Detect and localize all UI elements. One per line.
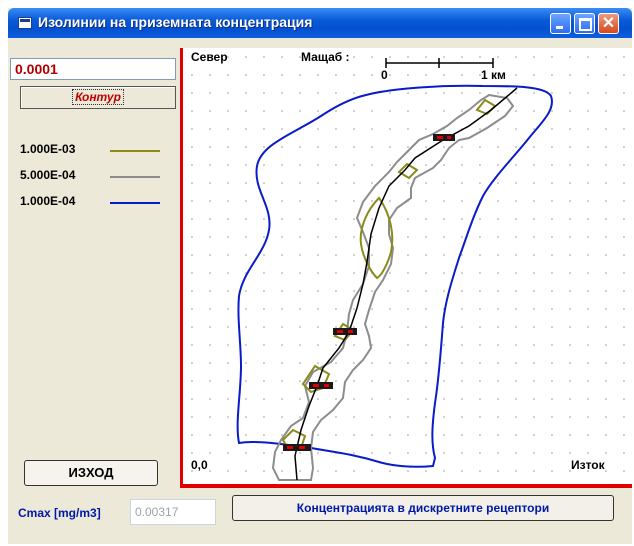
legend-label: 1.000E-03	[20, 142, 76, 156]
maximize-button[interactable]	[574, 13, 595, 34]
legend-swatch	[110, 150, 160, 152]
left-panel: 0.0001 Контур 1.000E-03 5.000E-04 1.000E…	[8, 38, 180, 468]
scale-label: Мащаб :	[301, 50, 350, 64]
legend-swatch	[110, 176, 160, 178]
contour-value-input[interactable]: 0.0001	[10, 58, 176, 80]
window-icon	[18, 17, 32, 29]
grid-dots	[183, 48, 632, 484]
receptors-button[interactable]: Концентрацията в дискретните рецептори	[232, 495, 614, 521]
scale-start-label: 0	[381, 68, 388, 82]
contour-button-label: Контур	[72, 89, 124, 105]
minimize-button[interactable]	[550, 13, 571, 34]
close-button[interactable]: ✕	[598, 13, 619, 34]
legend-label: 1.000E-04	[20, 194, 76, 208]
cmax-value-field[interactable]: 0.00317	[130, 499, 216, 525]
contour-plot[interactable]: Север Мащаб : 0 1 км 0,0 Изток	[180, 48, 632, 488]
north-label: Север	[191, 50, 228, 64]
close-icon: ✕	[601, 15, 616, 32]
window-title: Изолинии на приземната концентрация	[38, 14, 313, 30]
exit-button[interactable]: ИЗХОД	[24, 460, 158, 486]
scale-end-label: 1 км	[481, 68, 506, 82]
contour-window: Изолинии на приземната концентрация ✕ 0.…	[8, 8, 632, 544]
east-label: Изток	[571, 458, 605, 472]
cmax-label: Cmax [mg/m3]	[18, 506, 101, 520]
origin-label: 0,0	[191, 458, 208, 472]
legend-swatch	[110, 202, 160, 204]
title-bar[interactable]: Изолинии на приземната концентрация ✕	[8, 8, 632, 38]
legend-label: 5.000E-04	[20, 168, 76, 182]
contour-button[interactable]: Контур	[20, 86, 176, 109]
contour-plot-canvas	[183, 48, 632, 484]
